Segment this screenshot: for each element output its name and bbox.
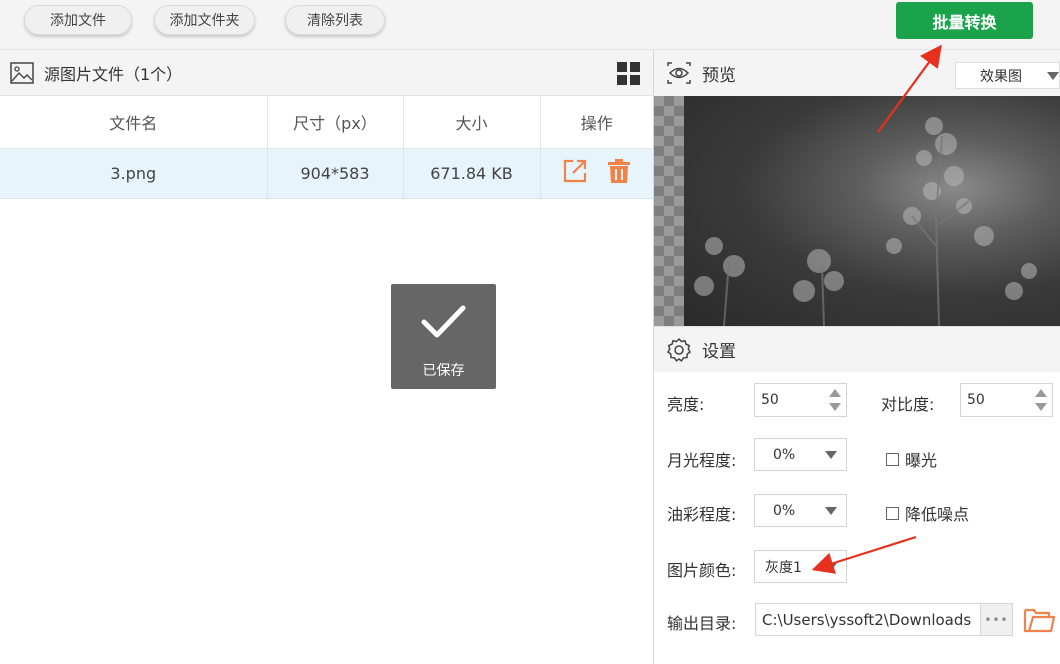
settings-header: 设置 [654,326,1060,372]
saved-toast: 已保存 [391,284,496,389]
add-file-button[interactable]: 添加文件 [24,5,132,35]
chevron-down-icon [825,451,837,459]
file-size-cell: 671.84 KB [403,148,541,199]
exposure-checkbox[interactable]: 曝光 [886,447,937,471]
oil-label: 油彩程度: [667,505,737,524]
folder-open-icon[interactable] [1023,605,1057,635]
eye-icon [667,62,691,84]
contrast-value: 50 [967,392,985,408]
settings-title: 设置 [702,342,736,362]
table-row[interactable]: 3.png 904*583 671.84 KB [0,148,653,199]
add-folder-button[interactable]: 添加文件夹 [154,5,255,35]
preview-title: 预览 [702,65,736,86]
moonlight-select[interactable]: 0% [754,438,847,471]
preview-header: 预览 效果图 [654,50,1060,96]
browse-button[interactable]: ••• [981,603,1013,636]
moonlight-label: 月光程度: [667,451,737,470]
column-header-size: 大小 [403,96,541,149]
checkbox-box[interactable] [886,452,899,466]
spinner-arrows-icon[interactable] [1032,386,1050,414]
contrast-spinner[interactable]: 50 [960,383,1053,417]
grid-view-icon[interactable] [617,62,641,86]
chevron-down-icon [825,507,837,515]
batch-convert-button[interactable]: 批量转换 [896,2,1033,39]
file-panel-header: 源图片文件（1个） [0,50,653,96]
color-select[interactable]: 灰度1 [754,550,847,583]
exposure-label: 曝光 [905,451,938,470]
color-label: 图片颜色: [667,561,737,580]
file-table: 文件名 尺寸（px） 大小 操作 3.png 904*583 671.84 KB [0,96,653,199]
column-header-actions: 操作 [540,96,653,149]
denoise-checkbox[interactable]: 降低噪点 [886,501,969,525]
more-dots-icon: ••• [984,612,1009,627]
file-dimensions-cell: 904*583 [267,148,404,199]
brightness-spinner[interactable]: 50 [754,383,847,417]
preview-image [684,96,1060,326]
denoise-label: 降低噪点 [905,505,970,524]
contrast-label: 对比度: [881,395,935,414]
right-panel: 预览 效果图 设置 亮度: 50 对比度: 50 月光程度: 0% 曝光 油彩程… [654,50,1060,664]
brightness-value: 50 [761,392,779,408]
output-path-value: C:\Users\yssoft2\Downloads [762,610,972,629]
gear-icon [667,337,691,362]
chevron-down-icon [825,563,837,571]
checkbox-box[interactable] [886,506,899,520]
column-header-filename: 文件名 [0,96,268,149]
output-path-field[interactable]: C:\Users\yssoft2\Downloads [755,603,981,636]
file-name-cell: 3.png [0,148,268,199]
preview-area [654,96,1060,326]
chevron-down-icon [1047,72,1059,80]
spinner-arrows-icon[interactable] [826,386,844,414]
preview-mode-select[interactable]: 效果图 [955,62,1060,89]
toast-message: 已保存 [422,363,465,379]
file-actions-cell [540,148,653,199]
oil-value: 0% [773,502,796,519]
checkmark-icon [421,305,466,338]
file-panel-title: 源图片文件（1个） [44,64,183,84]
delete-icon[interactable] [607,158,631,188]
open-external-icon[interactable] [562,158,588,188]
oil-select[interactable]: 0% [754,494,847,527]
moonlight-value: 0% [773,446,796,463]
color-value: 灰度1 [765,559,802,576]
clear-list-button[interactable]: 清除列表 [285,5,385,35]
output-label: 输出目录: [667,614,737,633]
toolbar: 添加文件 添加文件夹 清除列表 批量转换 [0,0,1060,50]
brightness-label: 亮度: [667,395,705,414]
column-header-dimensions: 尺寸（px） [267,96,404,149]
preview-mode-value: 效果图 [980,68,1022,85]
image-icon [10,61,34,84]
table-header-row: 文件名 尺寸（px） 大小 操作 [0,96,653,149]
